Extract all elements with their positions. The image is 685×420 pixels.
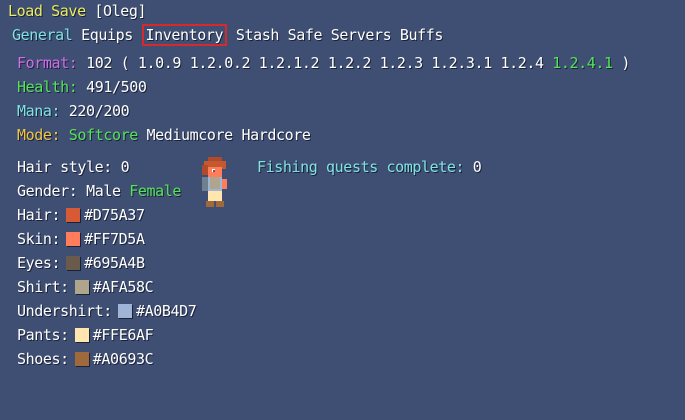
- format-version-1[interactable]: 1.0.9: [138, 54, 182, 72]
- shoes-color-label: Shoes:: [17, 350, 69, 368]
- shirt-color-row: Shirt: #AFA58C: [17, 278, 154, 296]
- format-version-selected[interactable]: 1.2.4.1: [552, 54, 613, 72]
- hair-color-label: Hair:: [17, 206, 61, 224]
- health-row: Health: 491/500: [17, 78, 147, 96]
- gender-row: Gender: Male Female: [17, 182, 181, 200]
- tab-safe[interactable]: Safe: [288, 26, 323, 44]
- mode-hardcore[interactable]: Hardcore: [241, 126, 310, 144]
- tab-equips[interactable]: Equips: [81, 26, 133, 44]
- hair-color-row: Hair: #D75A37: [17, 206, 145, 224]
- format-version-4[interactable]: 1.2.2: [328, 54, 372, 72]
- format-version-6[interactable]: 1.2.3.1: [431, 54, 492, 72]
- skin-color-swatch[interactable]: [66, 232, 81, 246]
- eyes-color-hex[interactable]: #695A4B: [84, 254, 145, 272]
- gender-female[interactable]: Female: [129, 182, 181, 200]
- shirt-color-label: Shirt:: [17, 278, 69, 296]
- tab-general[interactable]: General: [12, 26, 73, 44]
- format-open-paren: (: [120, 54, 130, 72]
- undershirt-color-hex[interactable]: #A0B4D7: [136, 302, 197, 320]
- eyes-color-row: Eyes: #695A4B: [17, 254, 145, 272]
- tab-buffs[interactable]: Buffs: [400, 26, 444, 44]
- hair-color-hex[interactable]: #D75A37: [84, 206, 145, 224]
- format-label: Format:: [17, 54, 78, 72]
- undershirt-color-swatch[interactable]: [117, 304, 132, 318]
- mana-label: Mana:: [17, 102, 61, 120]
- top-bar: Load Save [Oleg]: [8, 2, 147, 20]
- pants-color-row: Pants: #FFE6AF: [17, 326, 154, 344]
- fishing-label: Fishing quests complete:: [257, 158, 465, 176]
- mode-softcore[interactable]: Softcore: [69, 126, 138, 144]
- pants-color-hex[interactable]: #FFE6AF: [93, 326, 154, 344]
- tab-inventory[interactable]: Inventory: [141, 24, 228, 46]
- fishing-row: Fishing quests complete: 0: [257, 158, 482, 176]
- format-version-7[interactable]: 1.2.4: [500, 54, 544, 72]
- skin-color-hex[interactable]: #FF7D5A: [84, 230, 145, 248]
- gender-label: Gender:: [17, 182, 78, 200]
- skin-color-label: Skin:: [17, 230, 61, 248]
- format-version-5[interactable]: 1.2.3: [380, 54, 424, 72]
- player-name: [Oleg]: [94, 2, 147, 20]
- shoes-color-hex[interactable]: #A0693C: [93, 350, 154, 368]
- hair-color-swatch[interactable]: [66, 208, 81, 222]
- format-close-paren: ): [621, 54, 630, 72]
- mode-label: Mode:: [17, 126, 61, 144]
- mana-value[interactable]: 220/200: [69, 102, 130, 120]
- shirt-color-swatch[interactable]: [74, 280, 89, 294]
- mana-row: Mana: 220/200: [17, 102, 130, 120]
- pants-color-swatch[interactable]: [74, 328, 89, 342]
- undershirt-color-label: Undershirt:: [17, 302, 112, 320]
- hair-style-row: Hair style: 0: [17, 158, 130, 176]
- shoes-color-row: Shoes: #A0693C: [17, 350, 154, 368]
- save-link[interactable]: Save: [51, 2, 86, 20]
- undershirt-color-row: Undershirt: #A0B4D7: [17, 302, 197, 320]
- eyes-color-label: Eyes:: [17, 254, 61, 272]
- format-version-2[interactable]: 1.2.0.2: [190, 54, 251, 72]
- format-version-3[interactable]: 1.2.1.2: [259, 54, 320, 72]
- mode-row: Mode: Softcore Mediumcore Hardcore: [17, 126, 311, 144]
- format-value: 102: [86, 54, 112, 72]
- mode-mediumcore[interactable]: Mediumcore: [146, 126, 233, 144]
- fishing-value[interactable]: 0: [473, 158, 482, 176]
- tab-servers[interactable]: Servers: [331, 26, 392, 44]
- shoes-color-swatch[interactable]: [74, 352, 89, 366]
- hair-style-value[interactable]: 0: [121, 158, 130, 176]
- gender-male[interactable]: Male: [86, 182, 121, 200]
- tab-bar: General Equips Inventory Stash Safe Serv…: [12, 24, 444, 46]
- format-row: Format: 102 ( 1.0.9 1.2.0.2 1.2.1.2 1.2.…: [17, 54, 630, 72]
- eyes-color-swatch[interactable]: [66, 256, 81, 270]
- character-preview: [202, 157, 227, 207]
- health-value[interactable]: 491/500: [86, 78, 147, 96]
- hair-style-label: Hair style:: [17, 158, 112, 176]
- shirt-color-hex[interactable]: #AFA58C: [93, 278, 154, 296]
- pants-color-label: Pants:: [17, 326, 69, 344]
- load-link[interactable]: Load: [8, 2, 43, 20]
- health-label: Health:: [17, 78, 78, 96]
- skin-color-row: Skin: #FF7D5A: [17, 230, 145, 248]
- tab-stash[interactable]: Stash: [236, 26, 280, 44]
